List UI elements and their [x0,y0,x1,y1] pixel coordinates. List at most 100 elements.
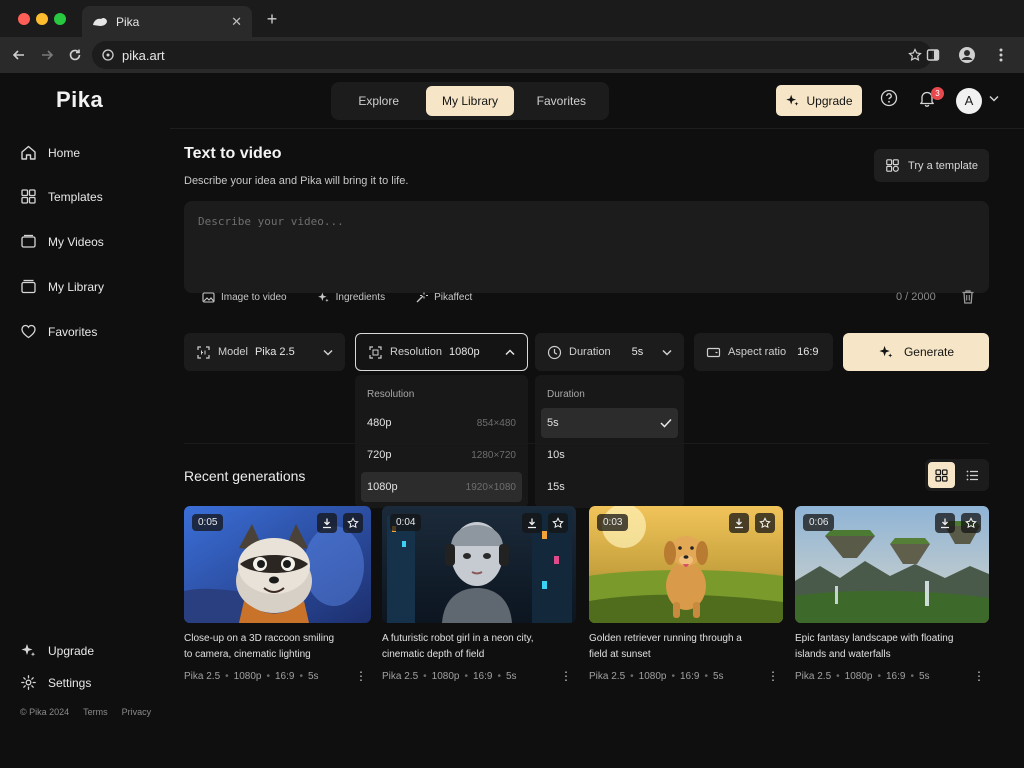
prompt-line: Epic fantasy landscape with floating [795,633,954,644]
sidebar-item-my-library[interactable]: My Library [20,278,104,295]
download-icon[interactable] [935,513,955,533]
download-icon[interactable] [522,513,542,533]
more-options-icon[interactable]: ⋮ [355,669,367,683]
model-select[interactable]: Model Pika 2.5 [184,333,345,371]
duration-option-5s[interactable]: 5s [541,408,678,438]
more-options-icon[interactable]: ⋮ [560,669,572,683]
forward-icon[interactable] [34,42,60,68]
main-nav-tabs: Explore My Library Favorites [331,82,609,120]
video-thumbnail[interactable]: 0:06 [795,506,989,623]
image-to-video-button[interactable]: Image to video [202,291,287,304]
generate-button[interactable]: Generate [843,333,989,371]
profile-icon[interactable] [954,42,980,68]
model-icon [197,345,210,359]
sidebar-item-my-videos[interactable]: My Videos [20,233,104,250]
download-icon[interactable] [729,513,749,533]
sidebar-item-label: Upgrade [48,643,95,658]
pikaffect-button[interactable]: Pikaffect [415,291,472,304]
meta-length: 5s [307,670,319,682]
chevron-down-icon [323,349,333,356]
generation-card[interactable]: 0:05 Close-up on a 3D raccoon smiling to… [184,506,371,683]
upgrade-button[interactable]: Upgrade [776,85,862,116]
video-thumbnail[interactable]: 0:03 [589,506,783,623]
sidebar-item-favorites[interactable]: Favorites [20,323,97,340]
resolution-option-480p[interactable]: 480p 854×480 [361,408,522,438]
try-template-label: Try a template [908,159,978,172]
video-duration-badge: 0:05 [192,514,224,531]
sparkle-icon [317,292,329,303]
prompt-line: to camera, cinematic lighting [184,649,311,660]
recent-generations-title: Recent generations [184,468,306,484]
star-icon[interactable] [343,513,363,533]
chevron-down-icon[interactable] [989,95,999,102]
duration-option-10s[interactable]: 10s [541,440,678,470]
close-tab-icon[interactable]: ✕ [231,14,242,30]
star-icon[interactable] [961,513,981,533]
back-icon[interactable] [6,42,32,68]
prompt-textarea[interactable]: Describe your video... [184,201,989,293]
grid-view-button[interactable] [928,462,955,488]
meta-ratio: 16:9 [679,670,700,682]
meta-ratio: 16:9 [472,670,493,682]
generation-prompt: Golden retriever running through a field… [589,631,783,663]
resolution-select[interactable]: Resolution 1080p [355,333,528,371]
resolution-option-1080p[interactable]: 1080p 1920×1080 [361,472,522,502]
resolution-icon [369,345,382,359]
address-bar[interactable]: pika.art [92,41,932,69]
try-template-button[interactable]: Try a template [874,149,989,182]
video-thumbnail[interactable]: 0:05 [184,506,371,623]
header-divider [170,128,1024,129]
option-label: 5s [547,417,559,429]
list-view-button[interactable] [959,462,986,488]
terms-link[interactable]: Terms [83,707,108,717]
grid-icon [21,189,36,204]
pika-logo[interactable]: Pika [56,87,103,113]
tab-my-library[interactable]: My Library [426,86,514,116]
new-tab-button[interactable]: + [262,9,282,29]
tab-explore[interactable]: Explore [335,86,422,116]
more-options-icon[interactable]: ⋮ [767,669,779,683]
reload-icon[interactable] [62,42,88,68]
star-icon[interactable] [548,513,568,533]
duration-option-15s[interactable]: 15s [541,472,678,502]
pika-favicon-icon [92,16,108,28]
url-text[interactable]: pika.art [122,48,900,63]
duration-value: 5s [631,346,644,358]
aspect-ratio-icon [706,347,721,357]
duration-select[interactable]: Duration 5s [535,333,684,371]
browser-menu-icon[interactable] [988,42,1014,68]
video-thumbnail[interactable]: 0:04 [382,506,576,623]
more-options-icon[interactable]: ⋮ [973,669,985,683]
meta-model: Pika 2.5 [589,670,626,682]
meta-resolution: 1080p [844,670,873,682]
option-label: 720p [367,449,392,461]
browser-tab[interactable]: Pika ✕ [82,6,252,37]
avatar[interactable]: A [956,88,982,114]
generation-meta: Pika 2.5 • 1080p • 16:9 • 5s ⋮ [184,669,367,683]
generation-card[interactable]: 0:06 Epic fantasy landscape with floatin… [795,506,989,683]
side-panel-icon[interactable] [920,42,946,68]
sidebar-item-templates[interactable]: Templates [20,188,103,205]
generation-card[interactable]: 0:04 A futuristic robot girl in a neon c… [382,506,576,683]
close-window-button[interactable] [18,13,30,25]
browser-tab-title: Pika [116,14,140,29]
resolution-option-720p[interactable]: 720p 1280×720 [361,440,522,470]
trash-icon[interactable] [961,289,975,305]
list-icon [966,470,978,480]
generation-meta: Pika 2.5 • 1080p • 16:9 • 5s ⋮ [382,669,572,683]
tab-favorites[interactable]: Favorites [518,86,605,116]
generation-card[interactable]: 0:03 Golden retriever running through a … [589,506,783,683]
star-icon[interactable] [755,513,775,533]
site-info-icon[interactable] [102,49,114,61]
sidebar-item-upgrade[interactable]: Upgrade [20,642,94,659]
ingredients-button[interactable]: Ingredients [317,291,385,304]
minimize-window-button[interactable] [36,13,48,25]
aspect-ratio-select[interactable]: Aspect ratio 16:9 [694,333,833,371]
character-count: 0 / 2000 [896,291,936,303]
sidebar-item-home[interactable]: Home [20,144,80,161]
maximize-window-button[interactable] [54,13,66,25]
sidebar-item-settings[interactable]: Settings [20,674,91,691]
help-icon[interactable] [880,89,898,107]
privacy-link[interactable]: Privacy [122,707,152,717]
download-icon[interactable] [317,513,337,533]
